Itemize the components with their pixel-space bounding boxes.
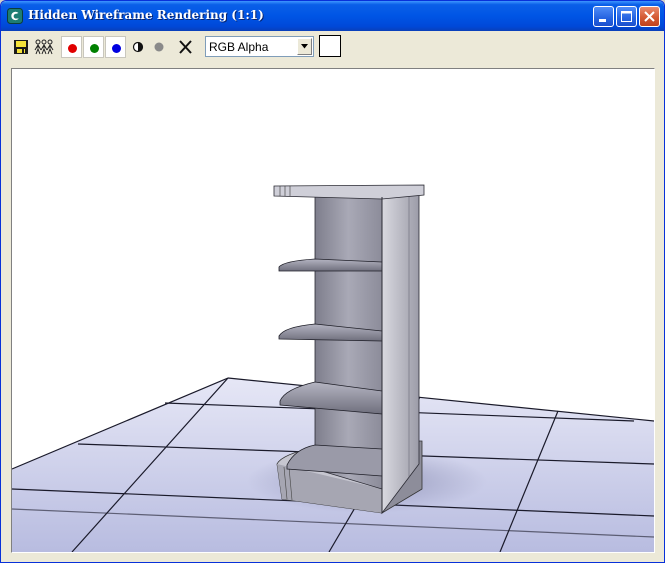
dropdown-arrow-button[interactable] <box>297 38 312 55</box>
green-channel-icon <box>90 44 99 53</box>
blue-channel-icon <box>112 44 121 53</box>
channel-select[interactable]: RGB Alpha <box>205 36 314 57</box>
chevron-down-icon <box>301 44 308 49</box>
shelf-unit-render <box>12 184 654 552</box>
monochrome-icon <box>132 41 144 53</box>
toolbar: RGB Alpha <box>4 31 661 63</box>
maximize-icon <box>621 11 632 22</box>
minimize-icon <box>599 19 606 22</box>
close-button[interactable] <box>639 6 660 27</box>
pixel-color-swatch[interactable] <box>319 35 341 57</box>
clear-button[interactable] <box>176 36 196 58</box>
title-bar[interactable]: Hidden Wireframe Rendering (1:1) <box>1 1 664 31</box>
minimize-button[interactable] <box>593 6 614 27</box>
floppy-disk-icon <box>14 40 28 54</box>
maximize-button[interactable] <box>616 6 637 27</box>
close-icon <box>644 11 655 22</box>
green-channel-button[interactable] <box>83 36 104 58</box>
save-image-button[interactable] <box>12 36 32 58</box>
alpha-channel-button[interactable] <box>150 36 168 58</box>
gray-dot-icon <box>154 42 164 52</box>
render-window: Hidden Wireframe Rendering (1:1) RGB Alp… <box>0 0 665 563</box>
x-icon <box>179 40 192 54</box>
clone-figures-icon <box>34 39 54 55</box>
blue-channel-button[interactable] <box>105 36 126 58</box>
window-title: Hidden Wireframe Rendering (1:1) <box>28 8 264 22</box>
red-channel-button[interactable] <box>61 36 82 58</box>
render-viewport[interactable] <box>11 68 655 553</box>
red-channel-icon <box>68 44 77 53</box>
clone-window-button[interactable] <box>33 36 55 58</box>
channel-select-value: RGB Alpha <box>209 40 269 54</box>
monochrome-button[interactable] <box>129 36 147 58</box>
app-icon <box>7 8 23 24</box>
